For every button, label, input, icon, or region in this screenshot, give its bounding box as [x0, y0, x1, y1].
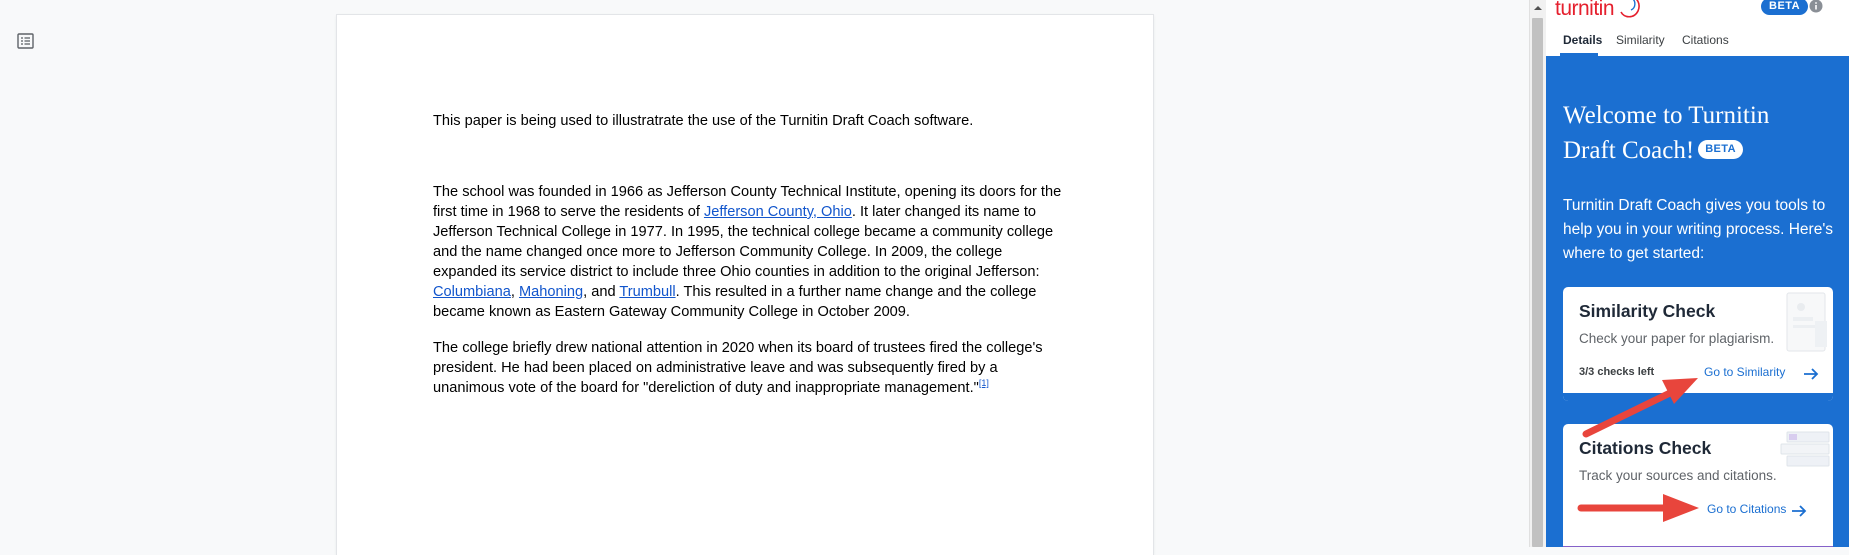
citations-illustration-icon — [1780, 431, 1830, 467]
paragraph-text: , — [510, 284, 519, 300]
document-page[interactable]: This paper is being used to illustratrat… — [337, 15, 1153, 555]
draft-coach-panel: turnitin BETA Details Similarity Citatio… — [1546, 0, 1849, 547]
info-icon[interactable] — [1809, 0, 1823, 13]
intro-paragraph: This paper is being used to illustratrat… — [433, 113, 974, 129]
welcome-section: Welcome to Turnitin Draft Coach! BETA Tur… — [1546, 56, 1849, 547]
similarity-card-title: Similarity Check — [1579, 301, 1716, 321]
panel-header: turnitin BETA Details Similarity Citatio… — [1546, 0, 1849, 56]
welcome-title: Welcome to Turnitin Draft Coach! BETA — [1563, 98, 1813, 168]
similarity-checks-left: 3/3 checks left — [1579, 366, 1655, 378]
citations-check-card[interactable]: Citations Check Track your sources and c… — [1563, 424, 1833, 547]
link-mahoning[interactable]: Mahoning — [519, 284, 583, 300]
panel-tabs: Details Similarity Citations — [1546, 30, 1849, 56]
arrow-right-icon[interactable] — [1803, 367, 1819, 381]
scroll-thumb[interactable] — [1532, 18, 1543, 547]
similarity-illustration-icon — [1786, 292, 1827, 352]
link-columbiana[interactable]: Columbiana — [433, 284, 511, 300]
scroll-up-icon[interactable] — [1530, 0, 1546, 16]
scrollbar[interactable] — [1529, 0, 1546, 547]
similarity-card-description: Check your paper for plagiarism. — [1579, 331, 1775, 346]
go-to-citations-link[interactable]: Go to Citations — [1707, 502, 1786, 516]
citations-card-title: Citations Check — [1579, 438, 1712, 458]
tab-details[interactable]: Details — [1563, 33, 1602, 47]
footnote-link[interactable]: [1] — [979, 378, 989, 388]
citations-card-description: Track your sources and citations. — [1579, 468, 1777, 483]
document-outline-icon[interactable] — [15, 31, 37, 51]
arrow-right-icon[interactable] — [1791, 504, 1807, 518]
welcome-beta-badge: BETA — [1698, 139, 1743, 159]
turnitin-logo: turnitin — [1555, 0, 1615, 20]
link-trumbull[interactable]: Trumbull — [619, 284, 675, 300]
paragraph-text: The college briefly drew national attent… — [433, 340, 1043, 396]
beta-badge: BETA — [1761, 0, 1809, 15]
link-jefferson-county[interactable]: Jefferson County, Ohio — [704, 204, 852, 220]
similarity-card-accent — [1563, 393, 1833, 401]
turnitin-swirl-icon — [1620, 0, 1640, 18]
attention-paragraph: The college briefly drew national attent… — [433, 338, 1063, 398]
history-paragraph: The school was founded in 1966 as Jeffer… — [433, 182, 1063, 322]
tab-citations[interactable]: Citations — [1682, 33, 1729, 47]
similarity-check-card[interactable]: Similarity Check Check your paper for pl… — [1563, 287, 1833, 401]
paragraph-text: , and — [583, 284, 620, 300]
tab-similarity[interactable]: Similarity — [1616, 33, 1665, 47]
welcome-description: Turnitin Draft Coach gives you tools to … — [1563, 197, 1834, 262]
go-to-similarity-link[interactable]: Go to Similarity — [1704, 365, 1785, 379]
